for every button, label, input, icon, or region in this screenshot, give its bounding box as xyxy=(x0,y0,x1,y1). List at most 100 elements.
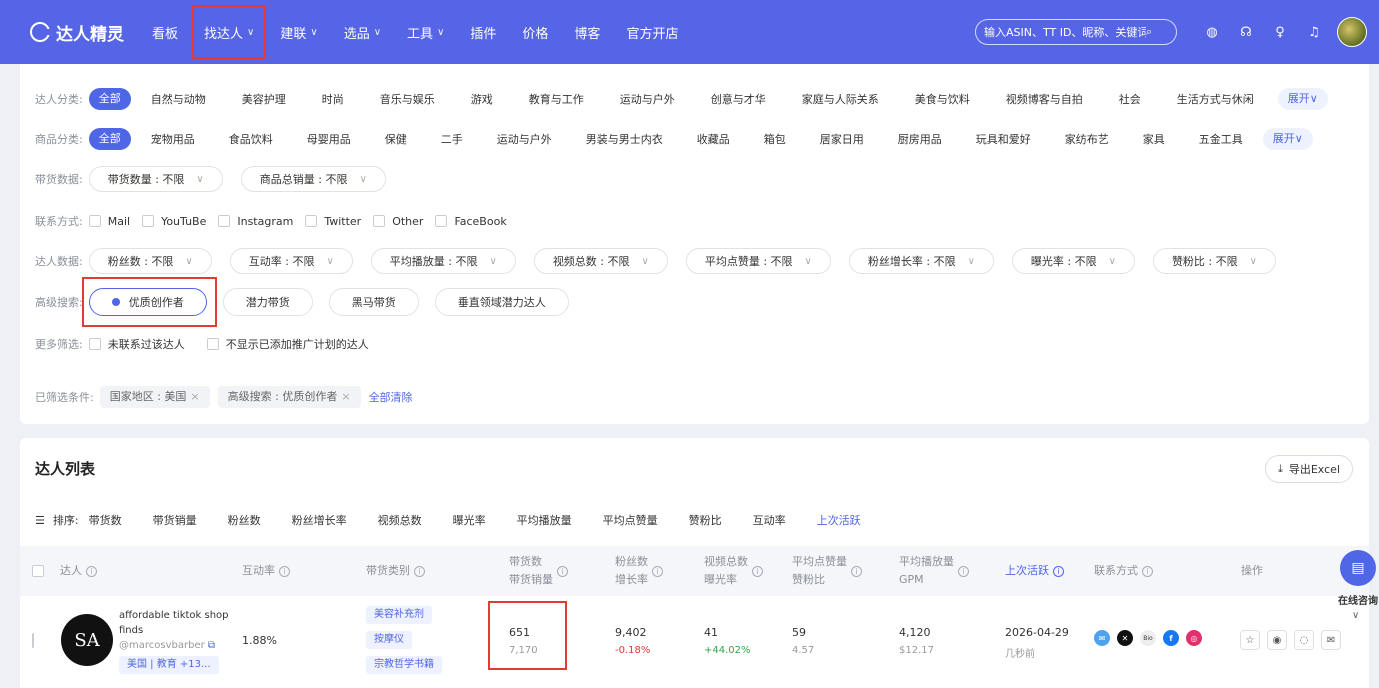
th-last-active[interactable]: 上次活跃 i xyxy=(1005,546,1064,596)
vertical-niche-option[interactable]: 垂直领域潜力达人 xyxy=(434,288,569,316)
product-cat[interactable]: 箱包 xyxy=(764,131,786,147)
sort-option[interactable]: 带货数 xyxy=(89,512,122,528)
product-cat[interactable]: 玩具和爱好 xyxy=(976,131,1031,147)
product-cat[interactable]: 收藏品 xyxy=(697,131,730,147)
star-icon[interactable]: ☆ xyxy=(1240,630,1260,650)
info-icon[interactable]: i xyxy=(86,565,97,577)
video-total-dropdown[interactable]: 视频总数 : 不限 ∨ xyxy=(533,248,668,274)
creator-cat[interactable]: 运动与户外 xyxy=(620,91,675,107)
creator-cat[interactable]: 视频博客与自拍 xyxy=(1006,91,1083,107)
sort-option[interactable]: 赞粉比 xyxy=(689,512,722,528)
th-play[interactable]: 平均播放量 GPM i xyxy=(899,546,969,596)
creator-name[interactable]: affordable tiktok shop finds xyxy=(119,608,229,638)
sort-option[interactable]: 带货销量 xyxy=(153,512,197,528)
nav-blog[interactable]: 博客 xyxy=(574,7,600,57)
eye-icon[interactable]: ◉ xyxy=(1267,630,1287,650)
info-icon[interactable]: i xyxy=(652,565,663,577)
sort-option[interactable]: 曝光率 xyxy=(453,512,486,528)
creator-cat[interactable]: 时尚 xyxy=(322,91,344,107)
x-twitter-icon[interactable]: ✕ xyxy=(1117,630,1133,646)
email-icon[interactable]: ✉ xyxy=(1094,630,1110,646)
contact-twitter-checkbox[interactable]: Twitter xyxy=(305,215,361,228)
info-icon[interactable]: i xyxy=(414,565,425,577)
bell-icon[interactable]: ♫ xyxy=(1303,21,1325,43)
th-videos[interactable]: 视频总数 曝光率 i xyxy=(704,546,763,596)
product-cat[interactable]: 运动与户外 xyxy=(497,131,552,147)
online-chat-label[interactable]: 在线咨询 xyxy=(1338,592,1378,607)
product-cat[interactable]: 居家日用 xyxy=(820,131,864,147)
nav-tools[interactable]: 工具 ∨ xyxy=(407,7,444,57)
total-sales-dropdown[interactable]: 商品总销量 : 不限 ∨ xyxy=(240,166,386,192)
search-box[interactable]: ⌕ xyxy=(975,19,1177,45)
globe-icon[interactable]: ◍ xyxy=(1201,21,1223,43)
creator-cat[interactable]: 家庭与人际关系 xyxy=(802,91,879,107)
potential-sales-option[interactable]: 潜力带货 xyxy=(222,288,313,316)
nav-official-store[interactable]: 官方开店 xyxy=(626,7,678,57)
checkbox-box[interactable] xyxy=(218,215,231,227)
like-fan-ratio-dropdown[interactable]: 赞粉比 : 不限 ∨ xyxy=(1152,248,1276,274)
headset-icon[interactable]: ☊ xyxy=(1235,21,1257,43)
facebook-icon[interactable]: f xyxy=(1163,630,1179,646)
clear-all-link[interactable]: 全部清除 xyxy=(369,389,413,405)
checkbox-box[interactable] xyxy=(88,215,101,227)
product-cat[interactable]: 家具 xyxy=(1143,131,1165,147)
nav-kanban[interactable]: 看板 xyxy=(152,7,178,57)
product-cat[interactable]: 母婴用品 xyxy=(307,131,351,147)
product-category-all[interactable]: 全部 xyxy=(88,128,131,150)
contact-facebook-checkbox[interactable]: FaceBook xyxy=(435,215,507,228)
logo[interactable]: 达人精灵 xyxy=(30,20,124,45)
checkbox-box[interactable] xyxy=(305,215,318,227)
creator-cat[interactable]: 自然与动物 xyxy=(151,91,206,107)
sort-option[interactable]: 粉丝增长率 xyxy=(292,512,347,528)
exposure-dropdown[interactable]: 曝光率 : 不限 ∨ xyxy=(1011,248,1135,274)
mail-icon[interactable]: ✉ xyxy=(1321,630,1341,650)
checkbox-box[interactable] xyxy=(88,338,101,350)
info-icon[interactable]: i xyxy=(752,565,763,577)
nav-find-creators[interactable]: 找达人 ∨ xyxy=(192,5,267,59)
dark-horse-option[interactable]: 黑马带货 xyxy=(328,288,419,316)
sort-option[interactable]: 视频总数 xyxy=(378,512,422,528)
th-fans[interactable]: 粉丝数 增长率 i xyxy=(615,546,663,596)
info-icon[interactable]: i xyxy=(557,565,568,577)
product-cat[interactable]: 宠物用品 xyxy=(151,131,195,147)
search-input[interactable] xyxy=(984,25,1146,39)
contact-other-checkbox[interactable]: Other xyxy=(373,215,423,228)
sort-option[interactable]: 粉丝数 xyxy=(228,512,261,528)
creator-category-expand[interactable]: 展开∨ xyxy=(1277,88,1328,110)
avg-play-dropdown[interactable]: 平均播放量 : 不限 ∨ xyxy=(370,248,516,274)
bio-icon[interactable]: Bio xyxy=(1140,630,1156,646)
info-icon[interactable]: i xyxy=(279,565,290,577)
creator-cat[interactable]: 音乐与娱乐 xyxy=(380,91,435,107)
creator-cat[interactable]: 游戏 xyxy=(471,91,493,107)
info-icon[interactable]: i xyxy=(851,565,862,577)
creator-cat[interactable]: 生活方式与休闲 xyxy=(1177,91,1254,107)
user-avatar[interactable] xyxy=(1337,17,1367,47)
checkbox-box[interactable] xyxy=(142,215,155,227)
contact-youtube-checkbox[interactable]: YouTuBe xyxy=(142,215,206,228)
not-contacted-checkbox[interactable]: 未联系过该达人 xyxy=(88,336,185,352)
creator-category-all[interactable]: 全部 xyxy=(88,88,131,110)
checkbox-box[interactable] xyxy=(373,215,386,227)
contact-mail-checkbox[interactable]: Mail xyxy=(88,215,130,228)
product-category-expand[interactable]: 展开∨ xyxy=(1262,128,1313,150)
avg-likes-dropdown[interactable]: 平均点赞量 : 不限 ∨ xyxy=(685,248,831,274)
product-cat[interactable]: 男装与男士内衣 xyxy=(586,131,663,147)
creator-cat[interactable]: 美容护理 xyxy=(242,91,286,107)
creator-cat[interactable]: 社会 xyxy=(1119,91,1141,107)
online-chat-button[interactable]: ▤ xyxy=(1340,550,1376,586)
fans-dropdown[interactable]: 粉丝数 : 不限 ∨ xyxy=(88,248,212,274)
export-excel-button[interactable]: ⤓ 导出Excel xyxy=(1264,455,1353,483)
row-checkbox[interactable] xyxy=(32,633,34,648)
engagement-dropdown[interactable]: 互动率 : 不限 ∨ xyxy=(229,248,353,274)
info-icon[interactable]: i xyxy=(958,565,969,577)
nav-plugin[interactable]: 插件 xyxy=(470,7,496,57)
close-icon[interactable]: × xyxy=(341,390,350,403)
checkbox-box[interactable] xyxy=(206,338,219,350)
nav-products[interactable]: 选品 ∨ xyxy=(344,7,381,57)
product-cat[interactable]: 二手 xyxy=(441,131,463,147)
creator-avatar[interactable]: SA xyxy=(61,614,113,666)
th-sales[interactable]: 带货数 带货销量 i xyxy=(509,546,568,596)
hide-added-checkbox[interactable]: 不显示已添加推广计划的达人 xyxy=(206,336,369,352)
nav-pricing[interactable]: 价格 xyxy=(522,7,548,57)
contact-instagram-checkbox[interactable]: Instagram xyxy=(218,215,293,228)
